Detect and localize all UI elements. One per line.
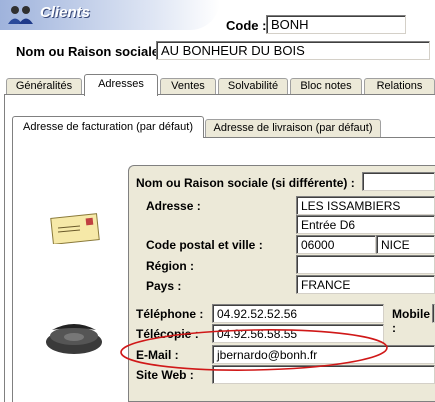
- envelope-icon: [50, 212, 102, 245]
- code-field[interactable]: BONH: [266, 15, 406, 34]
- tab-bloc-notes[interactable]: Bloc notes: [290, 78, 362, 94]
- adresse-label: Adresse :: [146, 199, 201, 213]
- email-field[interactable]: jbernardo@bonh.fr: [212, 345, 435, 364]
- tab-relations[interactable]: Relations: [364, 78, 435, 94]
- code-label: Code :: [226, 18, 267, 33]
- alt-name-label: Nom ou Raison sociale (si différente) :: [136, 176, 355, 190]
- pays-field[interactable]: FRANCE: [296, 275, 435, 294]
- name-label: Nom ou Raison sociale :: [16, 44, 167, 59]
- cp-field[interactable]: 06000: [296, 235, 376, 254]
- pays-label: Pays :: [146, 279, 182, 293]
- tab-solvabilite[interactable]: Solvabilité: [218, 78, 288, 94]
- siteweb-label: Site Web :: [136, 368, 194, 382]
- subtab-livraison[interactable]: Adresse de livraison (par défaut): [205, 119, 381, 137]
- users-icon: [6, 5, 36, 25]
- name-field[interactable]: AU BONHEUR DU BOIS: [156, 41, 430, 60]
- ville-field[interactable]: NICE: [376, 235, 435, 254]
- telephone-icon: [44, 316, 104, 356]
- tab-generalites[interactable]: Généralités: [6, 78, 82, 94]
- email-label: E-Mail :: [136, 348, 179, 362]
- region-field[interactable]: [296, 255, 435, 274]
- subtab-facturation[interactable]: Adresse de facturation (par défaut): [12, 116, 204, 138]
- mobile-label: Mobile :: [392, 307, 430, 335]
- telephone-field[interactable]: 04.92.52.52.56: [212, 304, 384, 323]
- alt-name-field[interactable]: [362, 172, 435, 191]
- window-title: Clients: [40, 4, 91, 21]
- siteweb-field[interactable]: [212, 365, 435, 384]
- adresse-line2-field[interactable]: Entrée D6: [296, 215, 435, 234]
- telephone-label: Téléphone :: [136, 307, 204, 321]
- telecopie-label: Télécopie :: [136, 327, 199, 341]
- tab-ventes[interactable]: Ventes: [160, 78, 216, 94]
- cp-label: Code postal et ville :: [146, 238, 263, 252]
- telecopie-field[interactable]: 04.92.56.58.55: [212, 324, 384, 343]
- tab-adresses[interactable]: Adresses: [84, 74, 158, 96]
- region-label: Région :: [146, 259, 194, 273]
- adresse-line1-field[interactable]: LES ISSAMBIERS: [296, 196, 435, 215]
